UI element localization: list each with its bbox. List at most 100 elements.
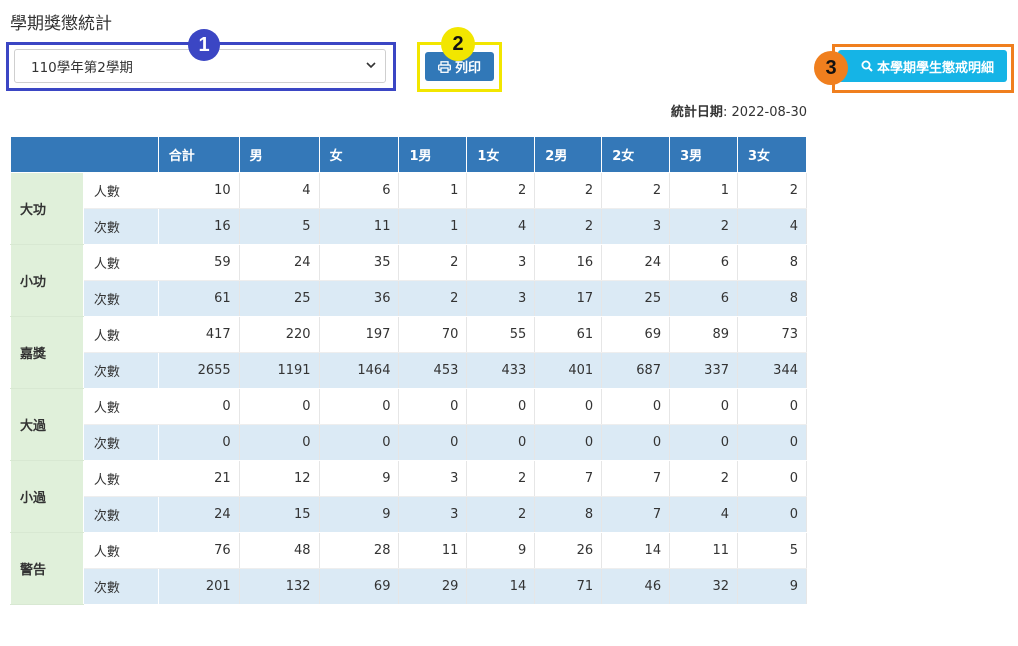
header-cell: 男 <box>238 136 320 173</box>
value-cell: 12 <box>238 460 320 497</box>
value-cell: 0 <box>601 388 671 425</box>
value-cell: 0 <box>398 424 468 461</box>
discipline-detail-button[interactable]: 本學期學生懲戒明細 <box>838 50 1007 82</box>
value-cell: 70 <box>398 316 468 353</box>
value-cell: 26 <box>534 532 603 569</box>
value-cell: 417 <box>157 316 240 353</box>
table-row: 次數 16 5 11 1 4 2 3 2 4 <box>11 208 807 245</box>
value-cell: 5 <box>737 532 807 569</box>
table-row: 次數 201 132 69 29 14 71 46 32 9 <box>11 568 807 605</box>
value-cell: 687 <box>601 352 671 389</box>
value-cell: 9 <box>466 532 536 569</box>
value-cell: 28 <box>318 532 400 569</box>
value-cell: 4 <box>238 172 320 209</box>
value-cell: 0 <box>466 424 536 461</box>
value-cell: 0 <box>157 388 240 425</box>
value-cell: 11 <box>398 532 468 569</box>
category-cell: 警告 <box>10 532 84 605</box>
value-cell: 7 <box>601 496 671 533</box>
value-cell: 433 <box>466 352 536 389</box>
callout-badge-2: 2 <box>441 27 475 61</box>
table-header-row: 合計 男 女 1男 1女 2男 2女 3男 3女 <box>10 136 807 173</box>
value-cell: 9 <box>318 460 400 497</box>
category-cell: 小功 <box>10 244 84 317</box>
value-cell: 9 <box>318 496 400 533</box>
value-cell: 11 <box>669 532 738 569</box>
value-cell: 8 <box>737 280 807 317</box>
value-cell: 32 <box>669 568 738 605</box>
value-cell: 0 <box>601 424 671 461</box>
people-label-cell: 人數 <box>82 172 159 209</box>
value-cell: 2655 <box>157 352 240 389</box>
people-label-cell: 人數 <box>82 460 159 497</box>
value-cell: 2 <box>534 208 603 245</box>
value-cell: 0 <box>398 388 468 425</box>
value-cell: 48 <box>238 532 320 569</box>
callout-badge-3: 3 <box>814 51 848 85</box>
value-cell: 25 <box>601 280 671 317</box>
value-cell: 73 <box>737 316 807 353</box>
people-label-cell: 人數 <box>82 532 159 569</box>
value-cell: 2 <box>466 460 536 497</box>
value-cell: 14 <box>466 568 536 605</box>
table-row: 小過 人數 21 12 9 3 2 7 7 2 0 <box>10 460 807 533</box>
value-cell: 89 <box>669 316 738 353</box>
value-cell: 344 <box>737 352 807 389</box>
category-cell: 大功 <box>10 172 84 245</box>
value-cell: 220 <box>238 316 320 353</box>
page-title: 學期獎懲統計 <box>10 14 112 34</box>
value-cell: 1191 <box>238 352 320 389</box>
value-cell: 10 <box>157 172 240 209</box>
value-cell: 0 <box>466 388 536 425</box>
value-cell: 3 <box>398 496 468 533</box>
value-cell: 71 <box>534 568 603 605</box>
value-cell: 0 <box>737 424 807 461</box>
value-cell: 3 <box>466 244 536 281</box>
people-label-cell: 人數 <box>82 316 159 353</box>
value-cell: 4 <box>737 208 807 245</box>
value-cell: 11 <box>318 208 400 245</box>
value-cell: 17 <box>534 280 603 317</box>
value-cell: 0 <box>669 424 738 461</box>
value-cell: 46 <box>601 568 671 605</box>
search-icon <box>861 60 873 72</box>
value-cell: 0 <box>318 388 400 425</box>
chevron-down-icon <box>366 62 376 69</box>
header-cell: 1男 <box>398 136 468 173</box>
times-label-cell: 次數 <box>82 568 159 605</box>
table-row: 大功 人數 10 4 6 1 2 2 2 1 2 <box>10 172 807 245</box>
category-cell: 小過 <box>10 460 84 533</box>
value-cell: 2 <box>669 208 738 245</box>
value-cell: 1 <box>669 172 738 209</box>
value-cell: 337 <box>669 352 738 389</box>
times-label-cell: 次數 <box>82 352 159 389</box>
value-cell: 0 <box>534 388 603 425</box>
table-row: 次數 24 15 9 3 2 8 7 4 0 <box>11 496 807 533</box>
value-cell: 6 <box>318 172 400 209</box>
header-cell: 3男 <box>669 136 738 173</box>
value-cell: 0 <box>737 460 807 497</box>
stat-date: 統計日期: 2022-08-30 <box>671 101 807 120</box>
value-cell: 1464 <box>318 352 400 389</box>
category-cell: 嘉獎 <box>10 316 84 389</box>
value-cell: 6 <box>669 280 738 317</box>
value-cell: 14 <box>601 532 671 569</box>
value-cell: 3 <box>398 460 468 497</box>
value-cell: 201 <box>157 568 240 605</box>
value-cell: 55 <box>466 316 536 353</box>
value-cell: 16 <box>534 244 603 281</box>
value-cell: 2 <box>737 172 807 209</box>
table-row: 次數 61 25 36 2 3 17 25 6 8 <box>11 280 807 317</box>
value-cell: 4 <box>466 208 536 245</box>
value-cell: 0 <box>318 424 400 461</box>
value-cell: 24 <box>238 244 320 281</box>
value-cell: 2 <box>669 460 738 497</box>
value-cell: 2 <box>466 496 536 533</box>
value-cell: 16 <box>157 208 240 245</box>
value-cell: 3 <box>466 280 536 317</box>
stat-date-value: : 2022-08-30 <box>722 105 807 120</box>
times-label-cell: 次數 <box>82 424 159 461</box>
value-cell: 5 <box>238 208 320 245</box>
value-cell: 69 <box>318 568 400 605</box>
value-cell: 453 <box>398 352 468 389</box>
